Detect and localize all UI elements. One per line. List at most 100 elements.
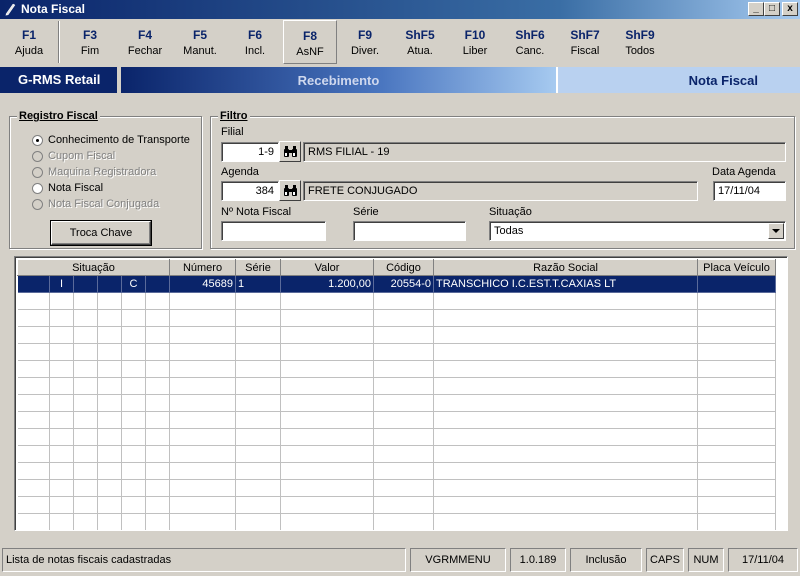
empty-row[interactable]	[17, 513, 776, 530]
empty-cell	[433, 309, 698, 327]
empty-cell	[17, 445, 50, 463]
filial-lookup-button[interactable]	[279, 141, 301, 162]
data-agenda-input[interactable]: 17/11/04	[713, 181, 786, 201]
filial-code-input[interactable]: 1-9	[221, 142, 279, 162]
empty-row[interactable]	[17, 377, 776, 395]
filial-label: Filial	[221, 126, 244, 138]
empty-cell	[73, 513, 98, 530]
empty-cell	[373, 428, 434, 446]
screen-name: Nota Fiscal	[556, 67, 800, 93]
empty-cell	[373, 343, 434, 361]
header-situacao[interactable]: Situação	[17, 259, 170, 276]
empty-cell	[697, 343, 776, 361]
fkey-f4-fechar[interactable]: F4 Fechar	[118, 20, 172, 64]
empty-row[interactable]	[17, 360, 776, 378]
empty-row[interactable]	[17, 394, 776, 412]
empty-cell	[235, 513, 281, 530]
empty-row[interactable]	[17, 428, 776, 446]
troca-chave-button[interactable]: Troca Chave	[50, 220, 152, 246]
fkey-f6-incl[interactable]: F6 Incl.	[228, 20, 282, 64]
empty-cell	[97, 513, 122, 530]
empty-cell	[280, 309, 374, 327]
header-numero[interactable]: Número	[169, 259, 236, 276]
agenda-code-input[interactable]: 384	[221, 181, 279, 201]
empty-cell	[280, 377, 374, 395]
empty-cell	[49, 513, 74, 530]
empty-row[interactable]	[17, 479, 776, 497]
empty-row[interactable]	[17, 292, 776, 310]
fkey-label: AsNF	[296, 46, 324, 58]
empty-row[interactable]	[17, 343, 776, 361]
empty-cell	[235, 309, 281, 327]
empty-cell	[17, 462, 50, 480]
maximize-button[interactable]: □	[764, 2, 780, 16]
empty-cell	[97, 479, 122, 497]
empty-cell	[73, 479, 98, 497]
situacao-dropdown-button[interactable]	[768, 223, 784, 239]
empty-cell	[121, 292, 146, 310]
empty-cell	[235, 411, 281, 429]
situacao-select[interactable]: Todas	[489, 221, 786, 241]
empty-cell	[697, 411, 776, 429]
close-button[interactable]: x	[782, 2, 798, 16]
fkey-shf6-canc[interactable]: ShF6 Canc.	[503, 20, 557, 64]
table-row[interactable]: I C 45689 1 1.200,00 20554-0 TRANSCHICO …	[17, 275, 776, 293]
header-valor[interactable]: Valor	[280, 259, 374, 276]
empty-cell	[121, 428, 146, 446]
empty-cell	[73, 394, 98, 412]
empty-cell	[280, 513, 374, 530]
agenda-lookup-button[interactable]	[279, 180, 301, 201]
empty-cell	[697, 479, 776, 497]
empty-cell	[73, 326, 98, 344]
empty-cell	[433, 326, 698, 344]
cell-situacao-6	[145, 275, 170, 293]
header-razao-social[interactable]: Razão Social	[433, 259, 698, 276]
nota-fiscal-input[interactable]	[221, 221, 326, 241]
empty-cell	[235, 343, 281, 361]
empty-cell	[169, 462, 236, 480]
serie-input[interactable]	[353, 221, 466, 241]
empty-cell	[49, 326, 74, 344]
empty-cell	[49, 445, 74, 463]
empty-row[interactable]	[17, 445, 776, 463]
header-serie[interactable]: Série	[235, 259, 281, 276]
empty-row[interactable]	[17, 309, 776, 327]
empty-row[interactable]	[17, 326, 776, 344]
fkey-f5-manut[interactable]: F5 Manut.	[173, 20, 227, 64]
notas-fiscais-grid[interactable]: Situação Número Série Valor Código Razão…	[14, 256, 788, 531]
app-name: G-RMS Retail	[0, 67, 119, 93]
empty-cell	[433, 411, 698, 429]
header-placa-veiculo[interactable]: Placa Veículo	[697, 259, 776, 276]
empty-row[interactable]	[17, 496, 776, 514]
fkey-f9-diver[interactable]: F9 Diver.	[338, 20, 392, 64]
empty-cell	[373, 360, 434, 378]
fkey-key: F10	[464, 28, 486, 42]
fkey-label: Liber	[462, 45, 488, 57]
header-codigo[interactable]: Código	[373, 259, 434, 276]
fkey-shf9-todos[interactable]: ShF9 Todos	[613, 20, 667, 64]
empty-cell	[373, 292, 434, 310]
empty-cell	[235, 462, 281, 480]
window-title: Nota Fiscal	[21, 2, 86, 16]
fkey-label: Incl.	[244, 45, 266, 57]
empty-cell	[433, 394, 698, 412]
fkey-f1-ajuda[interactable]: F1 Ajuda	[2, 20, 56, 64]
chevron-down-icon	[772, 229, 780, 233]
empty-cell	[49, 343, 74, 361]
minimize-button[interactable]: _	[748, 2, 764, 16]
empty-cell	[17, 496, 50, 514]
empty-cell	[145, 292, 170, 310]
fkey-shf5-atua[interactable]: ShF5 Atua.	[393, 20, 447, 64]
fkey-f3-fim[interactable]: F3 Fim	[63, 20, 117, 64]
fkey-f10-liber[interactable]: F10 Liber	[448, 20, 502, 64]
empty-cell	[433, 360, 698, 378]
fkey-f8-asnf[interactable]: F8 AsNF	[283, 20, 337, 64]
empty-row[interactable]	[17, 411, 776, 429]
fkey-key: ShF5	[405, 28, 435, 42]
empty-cell	[280, 496, 374, 514]
empty-cell	[49, 479, 74, 497]
empty-cell	[49, 496, 74, 514]
fkey-shf7-fiscal[interactable]: ShF7 Fiscal	[558, 20, 612, 64]
radio-circle	[32, 183, 43, 194]
empty-row[interactable]	[17, 462, 776, 480]
